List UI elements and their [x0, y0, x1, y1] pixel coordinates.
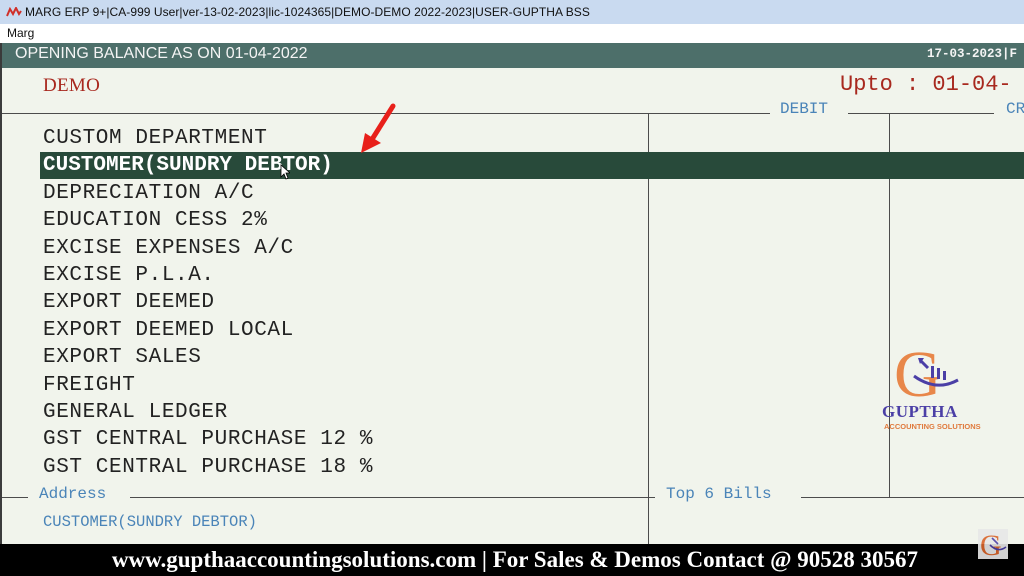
- credit-column-label: CR: [1006, 100, 1024, 118]
- ledger-name: EDUCATION CESS 2%: [43, 209, 268, 233]
- ledger-name: EXCISE EXPENSES A/C: [43, 236, 294, 260]
- address-divider-right: [130, 497, 655, 498]
- window-title-bar: MARG ERP 9+|CA-999 User|ver-13-02-2023|l…: [0, 0, 1024, 24]
- ledger-name: EXPORT DEEMED LOCAL: [43, 318, 294, 342]
- window-title: MARG ERP 9+|CA-999 User|ver-13-02-2023|l…: [25, 5, 590, 19]
- upto-date: Upto : 01-04-: [840, 72, 1012, 97]
- screen-title: OPENING BALANCE AS ON 01-04-2022: [15, 45, 308, 62]
- ledger-row[interactable]: GST CENTRAL PURCHASE 18 %: [40, 454, 1024, 481]
- ledger-row[interactable]: EDUCATION CESS 2%: [40, 207, 1024, 234]
- screen-header: OPENING BALANCE AS ON 01-04-2022 17-03-2…: [0, 43, 1024, 68]
- address-label: Address: [39, 485, 107, 503]
- annotation-arrow-icon: [361, 103, 396, 153]
- corner-logo: G: [978, 529, 1008, 562]
- top-bills-label: Top 6 Bills: [666, 485, 772, 503]
- footer-text: www.gupthaaccountingsolutions.com | For …: [111, 547, 919, 572]
- watermark-subtitle: ACCOUNTING SOLUTIONS: [884, 422, 981, 431]
- ledger-name: DEPRECIATION A/C: [43, 181, 255, 205]
- guptha-small-logo-icon: G: [980, 529, 1007, 562]
- ledger-row[interactable]: DEPRECIATION A/C: [40, 180, 1024, 207]
- guptha-watermark: G GUPTHA ACCOUNTING SOLUTIONS: [876, 338, 981, 435]
- ledger-name: EXPORT SALES: [43, 346, 202, 370]
- menu-item-marg[interactable]: Marg: [7, 26, 34, 40]
- ledger-name: CUSTOM DEPARTMENT: [43, 127, 268, 150]
- debit-column-label: DEBIT: [780, 100, 829, 118]
- ledger-row[interactable]: EXCISE P.L.A.: [40, 262, 1024, 289]
- ledger-name: EXCISE P.L.A.: [43, 264, 215, 287]
- guptha-logo-icon: G: [894, 338, 959, 411]
- ledger-name: FREIGHT: [43, 373, 136, 397]
- company-name: DEMO: [43, 75, 101, 96]
- ledger-row[interactable]: EXPORT DEEMED: [40, 289, 1024, 316]
- watermark-name: GUPTHA: [882, 402, 958, 421]
- mouse-cursor-icon: [280, 164, 290, 180]
- address-value: CUSTOMER(SUNDRY DEBTOR): [43, 513, 257, 531]
- ledger-row-selected[interactable]: CUSTOMER(SUNDRY DEBTOR): [40, 152, 1024, 180]
- ledger-name: GST CENTRAL PURCHASE 18 %: [43, 455, 374, 479]
- address-divider-left: [2, 497, 28, 498]
- promo-footer: www.gupthaaccountingsolutions.com | For …: [0, 544, 1024, 576]
- bills-divider: [801, 497, 1024, 498]
- ledger-name: GENERAL LEDGER: [43, 401, 228, 424]
- ledger-name: GST CENTRAL PURCHASE 12 %: [43, 428, 374, 452]
- header-divider-mid: [848, 113, 994, 114]
- ledger-row[interactable]: EXCISE EXPENSES A/C: [40, 235, 1024, 262]
- menu-bar: Marg: [0, 24, 1024, 43]
- marg-logo-icon: [3, 0, 25, 24]
- header-date: 17-03-2023|F: [927, 47, 1018, 61]
- ledger-name: EXPORT DEEMED: [43, 291, 215, 315]
- svg-text:G: G: [894, 340, 942, 402]
- svg-text:G: G: [980, 529, 1002, 559]
- ledger-row[interactable]: CUSTOM DEPARTMENT: [40, 125, 1024, 152]
